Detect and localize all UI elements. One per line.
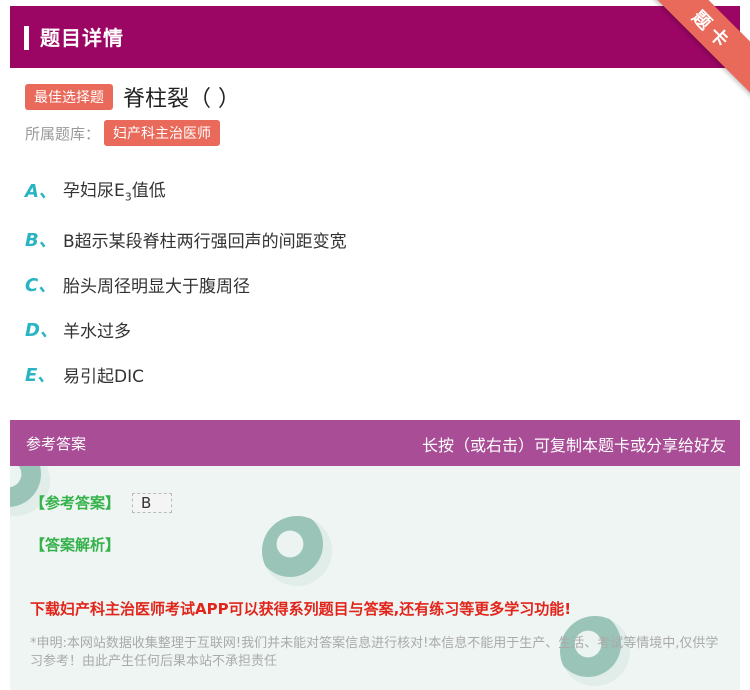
page-header: 题目详情: [10, 6, 740, 68]
option-text: B超示某段脊柱两行强回声的间距变宽: [63, 231, 347, 252]
answer-analysis: 【答案解析】: [30, 534, 120, 555]
option-d[interactable]: D、 羊水过多: [25, 316, 131, 342]
option-letter: E、: [25, 365, 56, 386]
option-text: 孕妇尿E3值低: [63, 181, 166, 204]
option-text: 羊水过多: [63, 321, 131, 342]
answer-section-body: 【参考答案】 B 【答案解析】 下载妇产科主治医师考试APP可以获得系列题目与答…: [10, 466, 740, 690]
option-letter: C、: [25, 275, 57, 296]
option-text: 易引起DIC: [63, 366, 144, 387]
app-download-promo[interactable]: 下载妇产科主治医师考试APP可以获得系列题目与答案,还有练习等更多学习功能!: [30, 598, 571, 619]
option-c[interactable]: C、 胎头周径明显大于腹周径: [25, 271, 250, 297]
answer-section-header: 参考答案 长按（或右击）可复制本题卡或分享给好友: [10, 420, 740, 466]
reference-answer-value: B: [132, 492, 173, 513]
header-accent-bar: [24, 26, 29, 50]
question-text: 脊柱裂（ ）: [123, 87, 240, 112]
page-title: 题目详情: [40, 26, 124, 50]
option-letter: B、: [25, 230, 57, 251]
ribbon-label: 题卡: [687, 6, 737, 56]
reference-answer-line: 【参考答案】 B: [30, 492, 173, 513]
disclaimer-text: *申明:本网站数据收集整理于互联网!我们并未能对答案信息进行核对!本信息不能用于…: [30, 636, 719, 669]
bank-label: 所属题库：: [25, 124, 101, 143]
question-type-tag: 最佳选择题: [25, 84, 113, 110]
reference-answer-label: 【参考答案】: [30, 494, 121, 512]
question-bank-row: 所属题库： 妇产科主治医师: [25, 120, 221, 146]
option-a[interactable]: A、 孕妇尿E3值低: [25, 176, 166, 204]
watermark-logo-icon: [262, 516, 332, 586]
answer-section-title: 参考答案: [26, 435, 87, 453]
corner-ribbon: 题卡: [640, 0, 750, 110]
share-hint: 长按（或右击）可复制本题卡或分享给好友: [421, 436, 726, 455]
bank-name-tag[interactable]: 妇产科主治医师: [104, 120, 221, 146]
question-row: 最佳选择题 脊柱裂（ ）: [25, 81, 240, 113]
option-letter: A、: [25, 180, 57, 202]
option-e[interactable]: E、 易引起DIC: [25, 361, 144, 387]
option-b[interactable]: B、 B超示某段脊柱两行强回声的间距变宽: [25, 226, 347, 252]
option-letter: D、: [25, 320, 58, 341]
answer-analysis-label: 【答案解析】: [30, 536, 121, 554]
option-text: 胎头周径明显大于腹周径: [63, 276, 250, 297]
